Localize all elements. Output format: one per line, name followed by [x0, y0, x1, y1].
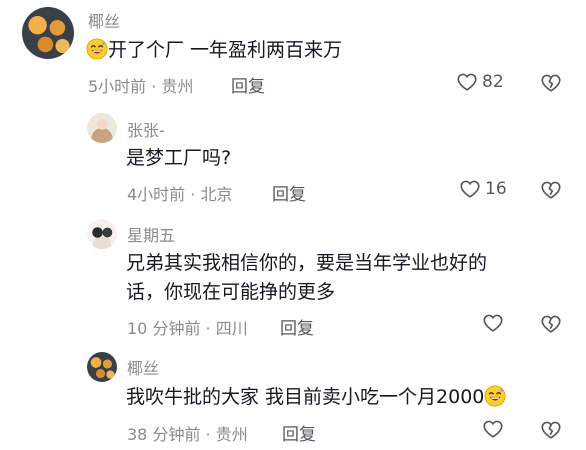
- comment-text-line-2: 话，你现在可能挣的更多: [126, 281, 336, 303]
- comment-text-body: 开了个厂 一年盈利两百来万: [108, 39, 343, 61]
- like-count: 82: [482, 72, 504, 92]
- comment-location: 北京: [200, 185, 233, 204]
- comment-location: 四川: [215, 319, 248, 338]
- broken-heart-outline-icon[interactable]: [540, 419, 562, 441]
- avatar[interactable]: [87, 219, 117, 249]
- broken-heart-outline-icon[interactable]: [540, 179, 562, 201]
- comment-location: 贵州: [161, 77, 194, 96]
- comment-text-line-1: 兄弟其实我相信你的，要是当年学业也好的: [126, 252, 488, 274]
- grinning-sweat-emoji-icon: [484, 385, 506, 407]
- comment-time: 4小时前: [127, 185, 186, 204]
- comment-text: 是梦工厂吗?: [126, 147, 232, 169]
- comment-meta: 10 分钟前 · 四川: [127, 319, 248, 338]
- like-button[interactable]: [482, 418, 504, 440]
- reply-button[interactable]: 回复: [280, 314, 314, 339]
- avatar[interactable]: [87, 113, 117, 143]
- reply-button[interactable]: 回复: [282, 420, 316, 445]
- like-button[interactable]: [482, 312, 504, 334]
- comment-text: 我吹牛批的大家 我目前卖小吃一个月2000: [126, 382, 506, 412]
- comment-text-body: 我吹牛批的大家 我目前卖小吃一个月2000: [126, 386, 485, 408]
- broken-heart-outline-icon[interactable]: [540, 72, 562, 94]
- comment-meta: 5小时前 · 贵州: [88, 77, 194, 96]
- grinning-sweat-emoji-icon: [86, 38, 108, 60]
- heart-outline-icon: [459, 178, 481, 200]
- like-button[interactable]: 82: [456, 71, 504, 93]
- comment-username[interactable]: 椰丝: [88, 8, 120, 32]
- comment-username[interactable]: 椰丝: [127, 355, 159, 379]
- like-button[interactable]: 16: [459, 178, 507, 200]
- comment-username[interactable]: 张张-: [127, 117, 165, 141]
- comment-meta: 4小时前 · 北京: [127, 185, 233, 204]
- avatar[interactable]: [22, 7, 74, 59]
- avatar[interactable]: [87, 352, 117, 382]
- comment-time: 38 分钟前: [127, 425, 201, 444]
- comment-text: 开了个厂 一年盈利两百来万: [86, 35, 342, 65]
- heart-outline-icon: [482, 418, 504, 440]
- comment-location: 贵州: [215, 425, 248, 444]
- comment-username[interactable]: 星期五: [127, 222, 175, 246]
- heart-outline-icon: [456, 71, 478, 93]
- comment-time: 10 分钟前: [127, 319, 201, 338]
- comment-meta: 38 分钟前 · 贵州: [127, 425, 248, 444]
- reply-button[interactable]: 回复: [231, 72, 265, 97]
- broken-heart-outline-icon[interactable]: [540, 313, 562, 335]
- reply-button[interactable]: 回复: [272, 180, 306, 205]
- heart-outline-icon: [482, 312, 504, 334]
- like-count: 16: [485, 179, 507, 199]
- comment-time: 5小时前: [88, 77, 147, 96]
